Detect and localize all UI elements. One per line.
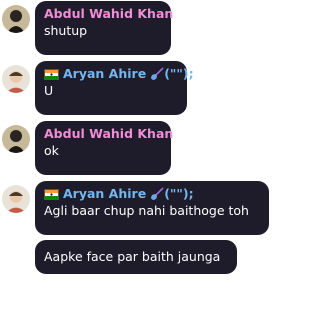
cartoon-avatar-icon <box>2 65 30 93</box>
guitar-icon <box>150 187 164 201</box>
message-bubble[interactable]: Abdul Wahid Khan ok <box>35 121 173 175</box>
message-text: Agli baar chup nahi baithoge toh <box>44 203 249 218</box>
sender-name[interactable]: Abdul Wahid Khan <box>44 126 173 142</box>
india-flag-icon <box>44 68 59 80</box>
avatar-aryan-ahire[interactable] <box>2 185 30 213</box>
sender-name[interactable]: Aryan Ahire (""); <box>44 66 194 82</box>
message-bubble[interactable]: Aryan Ahire (""); Agli baar chup nahi ba… <box>35 181 269 235</box>
guitar-icon <box>150 67 164 81</box>
avatar-abdul-wahid-khan[interactable] <box>2 125 30 153</box>
message-text: U <box>44 83 54 98</box>
message-text: Aapke face par baith jaunga <box>44 249 221 264</box>
avatar-abdul-wahid-khan[interactable] <box>2 5 30 33</box>
message-bubble[interactable]: Abdul Wahid Khan shutup <box>35 1 173 55</box>
india-flag-icon <box>44 188 59 200</box>
chat-thread: Abdul Wahid Khan shutup Aryan Ahire ("")… <box>0 0 272 320</box>
message-text: shutup <box>44 23 88 38</box>
message-bubble[interactable]: Aapke face par baith jaunga <box>35 240 237 274</box>
sender-name[interactable]: Abdul Wahid Khan <box>44 6 173 22</box>
message-text: ok <box>44 143 59 158</box>
dark-figure-avatar-icon <box>2 5 30 33</box>
dark-figure-avatar-icon <box>2 125 30 153</box>
sender-name[interactable]: Aryan Ahire (""); <box>44 186 260 202</box>
avatar-aryan-ahire[interactable] <box>2 65 30 93</box>
message-bubble[interactable]: Aryan Ahire (""); U <box>35 61 194 115</box>
cartoon-avatar-icon <box>2 185 30 213</box>
